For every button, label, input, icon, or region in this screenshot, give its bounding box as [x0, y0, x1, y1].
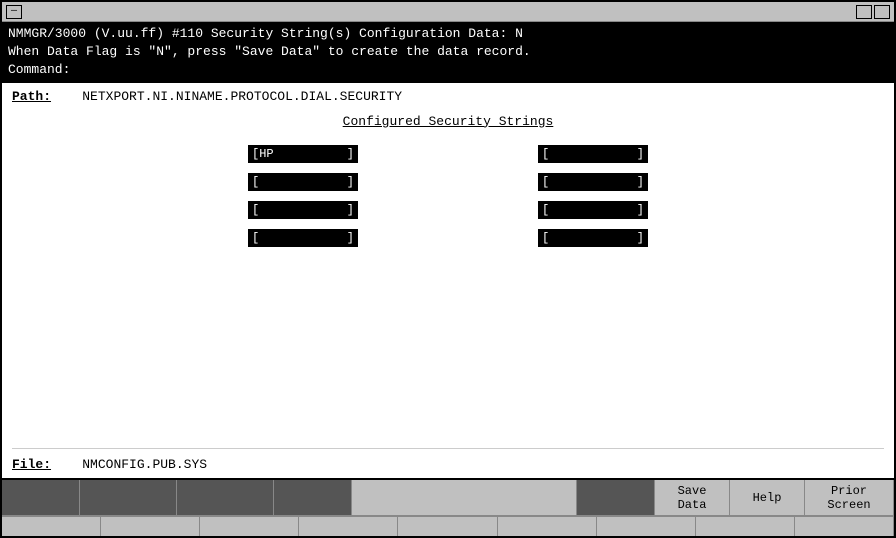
f7-label — [597, 516, 696, 536]
f6-button[interactable] — [577, 480, 655, 516]
f1-label — [2, 516, 101, 536]
main-content: NMMGR/3000 (V.uu.ff) #110 Security Strin… — [2, 22, 894, 478]
title-bar-controls — [856, 5, 890, 19]
maximize-button[interactable] — [874, 5, 890, 19]
field-2-1[interactable]: [ ] — [248, 173, 358, 191]
fields-row-2: [ ] [ ] — [248, 173, 648, 191]
header-section: NMMGR/3000 (V.uu.ff) #110 Security Strin… — [2, 22, 894, 83]
body-section: Path: NETXPORT.NI.NINAME.PROTOCOL.DIAL.S… — [2, 83, 894, 478]
f5-button[interactable] — [352, 480, 577, 516]
file-value: NMCONFIG.PUB.SYS — [82, 457, 207, 472]
f8-label — [696, 516, 795, 536]
field-3-2[interactable]: [ ] — [538, 201, 648, 219]
window-frame: — NMMGR/3000 (V.uu.ff) #110 Security Str… — [0, 0, 896, 538]
field-1-2[interactable]: [ ] — [538, 145, 648, 163]
prior-screen-button[interactable]: PriorScreen — [805, 480, 894, 516]
field-4-1[interactable]: [ ] — [248, 229, 358, 247]
f9-label — [795, 516, 894, 536]
f4-label — [299, 516, 398, 536]
field-4-2[interactable]: [ ] — [538, 229, 648, 247]
help-button[interactable]: Help — [730, 480, 805, 516]
field-1-1[interactable]: [ HP ] — [248, 145, 358, 163]
f4-button[interactable] — [274, 480, 352, 516]
button-row-top: SaveData Help PriorScreen — [2, 480, 894, 516]
header-line2: When Data Flag is "N", press "Save Data"… — [8, 43, 888, 61]
minimize-button[interactable] — [856, 5, 872, 19]
path-value: NETXPORT.NI.NINAME.PROTOCOL.DIAL.SECURIT… — [82, 89, 402, 104]
fields-grid: [ HP ] [ ] [ ] — [12, 145, 884, 247]
header-line1: NMMGR/3000 (V.uu.ff) #110 Security Strin… — [8, 25, 888, 43]
f3-button[interactable] — [177, 480, 274, 516]
button-row-bottom — [2, 516, 894, 536]
f1-button[interactable] — [2, 480, 80, 516]
path-line: Path: NETXPORT.NI.NINAME.PROTOCOL.DIAL.S… — [12, 89, 884, 104]
title-bar: — — [2, 2, 894, 22]
fields-row-3: [ ] [ ] — [248, 201, 648, 219]
save-data-button[interactable]: SaveData — [655, 480, 730, 516]
f6-label — [498, 516, 597, 536]
fields-row-1: [ HP ] [ ] — [248, 145, 648, 163]
fields-row-4: [ ] [ ] — [248, 229, 648, 247]
f3-label — [200, 516, 299, 536]
section-title: Configured Security Strings — [12, 114, 884, 129]
title-bar-left: — — [6, 5, 22, 19]
f2-label — [101, 516, 200, 536]
f5-label — [398, 516, 497, 536]
system-menu-button[interactable]: — — [6, 5, 22, 19]
bottom-buttons: SaveData Help PriorScreen — [2, 478, 894, 536]
path-label: Path: — [12, 89, 51, 104]
field-2-2[interactable]: [ ] — [538, 173, 648, 191]
file-line: File: NMCONFIG.PUB.SYS — [12, 448, 884, 472]
header-line3: Command: — [8, 61, 888, 79]
field-3-1[interactable]: [ ] — [248, 201, 358, 219]
file-label: File: — [12, 457, 51, 472]
f2-button[interactable] — [80, 480, 177, 516]
